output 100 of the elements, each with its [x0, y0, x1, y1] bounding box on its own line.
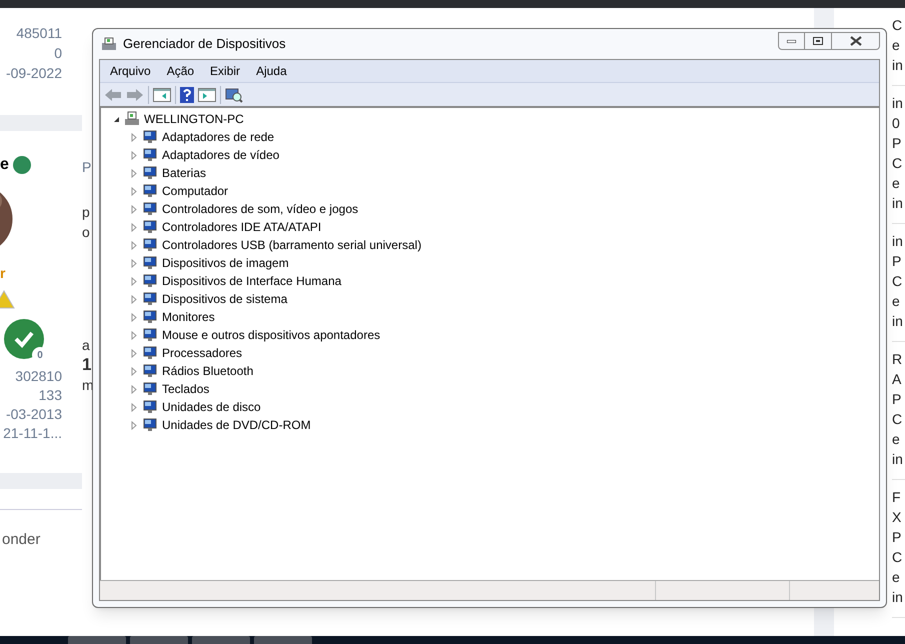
panel-icon[interactable]	[198, 88, 216, 102]
expand-arrow-icon[interactable]	[131, 222, 138, 232]
device-icon	[142, 201, 158, 217]
tree-item[interactable]: Unidades de disco	[162, 398, 261, 416]
device-icon	[142, 237, 158, 253]
stat-value: -09-2022	[6, 64, 62, 83]
text-fragment: o	[82, 223, 91, 242]
tree-item[interactable]: Controladores de som, vídeo e jogos	[162, 200, 358, 218]
tree-item[interactable]: Processadores	[162, 344, 242, 362]
menu-item[interactable]: Ação	[158, 62, 202, 80]
text-fragment: C	[892, 410, 904, 429]
text-fragment: P	[82, 158, 92, 177]
expand-arrow-icon[interactable]	[131, 168, 138, 178]
back-arrow-icon[interactable]	[104, 88, 122, 102]
text-fragment: C	[892, 272, 904, 291]
tree-item[interactable]: Computador	[162, 182, 228, 200]
check-icon	[4, 319, 44, 359]
device-icon	[142, 147, 158, 163]
printer-icon	[101, 36, 117, 52]
text-fragment: C	[892, 16, 904, 35]
stat-value: 302810	[15, 367, 62, 386]
close-icon	[850, 36, 862, 46]
tree-item[interactable]: WELLINGTON-PC	[144, 110, 244, 128]
expand-arrow-icon[interactable]	[131, 330, 138, 340]
expand-arrow-icon[interactable]	[131, 312, 138, 322]
window-title: Gerenciador de Dispositivos	[123, 35, 286, 54]
text-fragment: in	[892, 450, 904, 469]
close-button[interactable]	[832, 32, 880, 50]
menu-item[interactable]: Arquivo	[102, 62, 159, 80]
expand-arrow-icon[interactable]	[131, 186, 138, 196]
tree-item[interactable]: Controladores USB (barramento serial universal)	[162, 236, 422, 254]
forward-arrow-icon[interactable]	[126, 88, 144, 102]
text-fragment: P	[892, 390, 902, 409]
device-icon	[142, 291, 158, 307]
text-fragment: in	[892, 588, 904, 607]
text-fragment: 1	[82, 355, 92, 375]
text-fragment: e	[892, 36, 901, 55]
expand-arrow-icon[interactable]	[131, 240, 138, 250]
text-fragment: e	[892, 292, 901, 311]
expand-arrow-icon[interactable]	[131, 294, 138, 304]
text-fragment: p	[82, 203, 91, 222]
tree-item[interactable]: Teclados	[162, 380, 210, 398]
device-icon	[142, 417, 158, 433]
reply-label[interactable]: onder	[0, 529, 82, 552]
tree-item[interactable]: Adaptadores de vídeo	[162, 146, 280, 164]
tree-item[interactable]: Monitores	[162, 308, 215, 326]
expand-arrow-icon[interactable]	[131, 276, 138, 286]
expand-arrow-icon[interactable]	[131, 132, 138, 142]
device-icon	[142, 327, 158, 343]
tree-item[interactable]: Dispositivos de Interface Humana	[162, 272, 342, 290]
text-fragment: P	[892, 134, 902, 153]
expand-arrow-icon[interactable]	[131, 150, 138, 160]
expand-arrow-icon[interactable]	[131, 204, 138, 214]
collapse-arrow-icon[interactable]	[113, 114, 120, 124]
text-fragment: e	[892, 174, 901, 193]
tree-item[interactable]: Rádios Bluetooth	[162, 362, 254, 380]
tree-item[interactable]: Dispositivos de sistema	[162, 290, 288, 308]
help-icon[interactable]	[180, 86, 194, 102]
stat-value: -03-2013	[6, 405, 62, 424]
maximize-button[interactable]	[805, 32, 832, 50]
tree-item[interactable]: Mouse e outros dispositivos apontadores	[162, 326, 380, 344]
text-fragment: X	[892, 508, 902, 527]
expand-arrow-icon[interactable]	[131, 402, 138, 412]
tree-item[interactable]: Dispositivos de imagem	[162, 254, 289, 272]
expand-arrow-icon[interactable]	[131, 420, 138, 430]
text-fragment: 0	[892, 114, 901, 133]
text-fragment: in	[892, 194, 904, 213]
text-fragment: A	[892, 370, 902, 389]
expand-arrow-icon[interactable]	[131, 348, 138, 358]
text-fragment: C	[892, 154, 904, 173]
text-fragment: in	[892, 312, 904, 331]
minimize-button[interactable]	[778, 32, 805, 50]
menu-item[interactable]: Ajuda	[248, 62, 295, 80]
menu-item[interactable]: Exibir	[202, 62, 248, 80]
panel-icon[interactable]	[153, 88, 171, 102]
user-role: r	[0, 265, 6, 281]
tree-item[interactable]: Adaptadores de rede	[162, 128, 274, 146]
device-icon	[142, 219, 158, 235]
tree-item[interactable]: Baterias	[162, 164, 206, 182]
device-icon	[142, 165, 158, 181]
device-icon	[142, 363, 158, 379]
device-icon	[142, 309, 158, 325]
expand-arrow-icon[interactable]	[131, 384, 138, 394]
text-fragment: P	[892, 252, 902, 271]
expand-arrow-icon[interactable]	[131, 258, 138, 268]
restore-icon	[813, 37, 823, 45]
tree-item[interactable]: Controladores IDE ATA/ATAPI	[162, 218, 322, 236]
minimize-icon	[787, 40, 796, 42]
text-fragment: F	[892, 488, 902, 507]
scan-icon[interactable]	[225, 86, 243, 102]
device-icon	[142, 183, 158, 199]
device-icon	[142, 273, 158, 289]
user-name[interactable]: e	[0, 152, 9, 176]
stat-value: 21-11-1...	[3, 424, 62, 443]
tree-item[interactable]: Unidades de DVD/CD-ROM	[162, 416, 311, 434]
stat-value: 485011	[16, 24, 62, 43]
computer-icon	[124, 111, 140, 127]
stat-value: 0	[54, 44, 62, 63]
text-fragment: in	[892, 94, 904, 113]
expand-arrow-icon[interactable]	[131, 366, 138, 376]
